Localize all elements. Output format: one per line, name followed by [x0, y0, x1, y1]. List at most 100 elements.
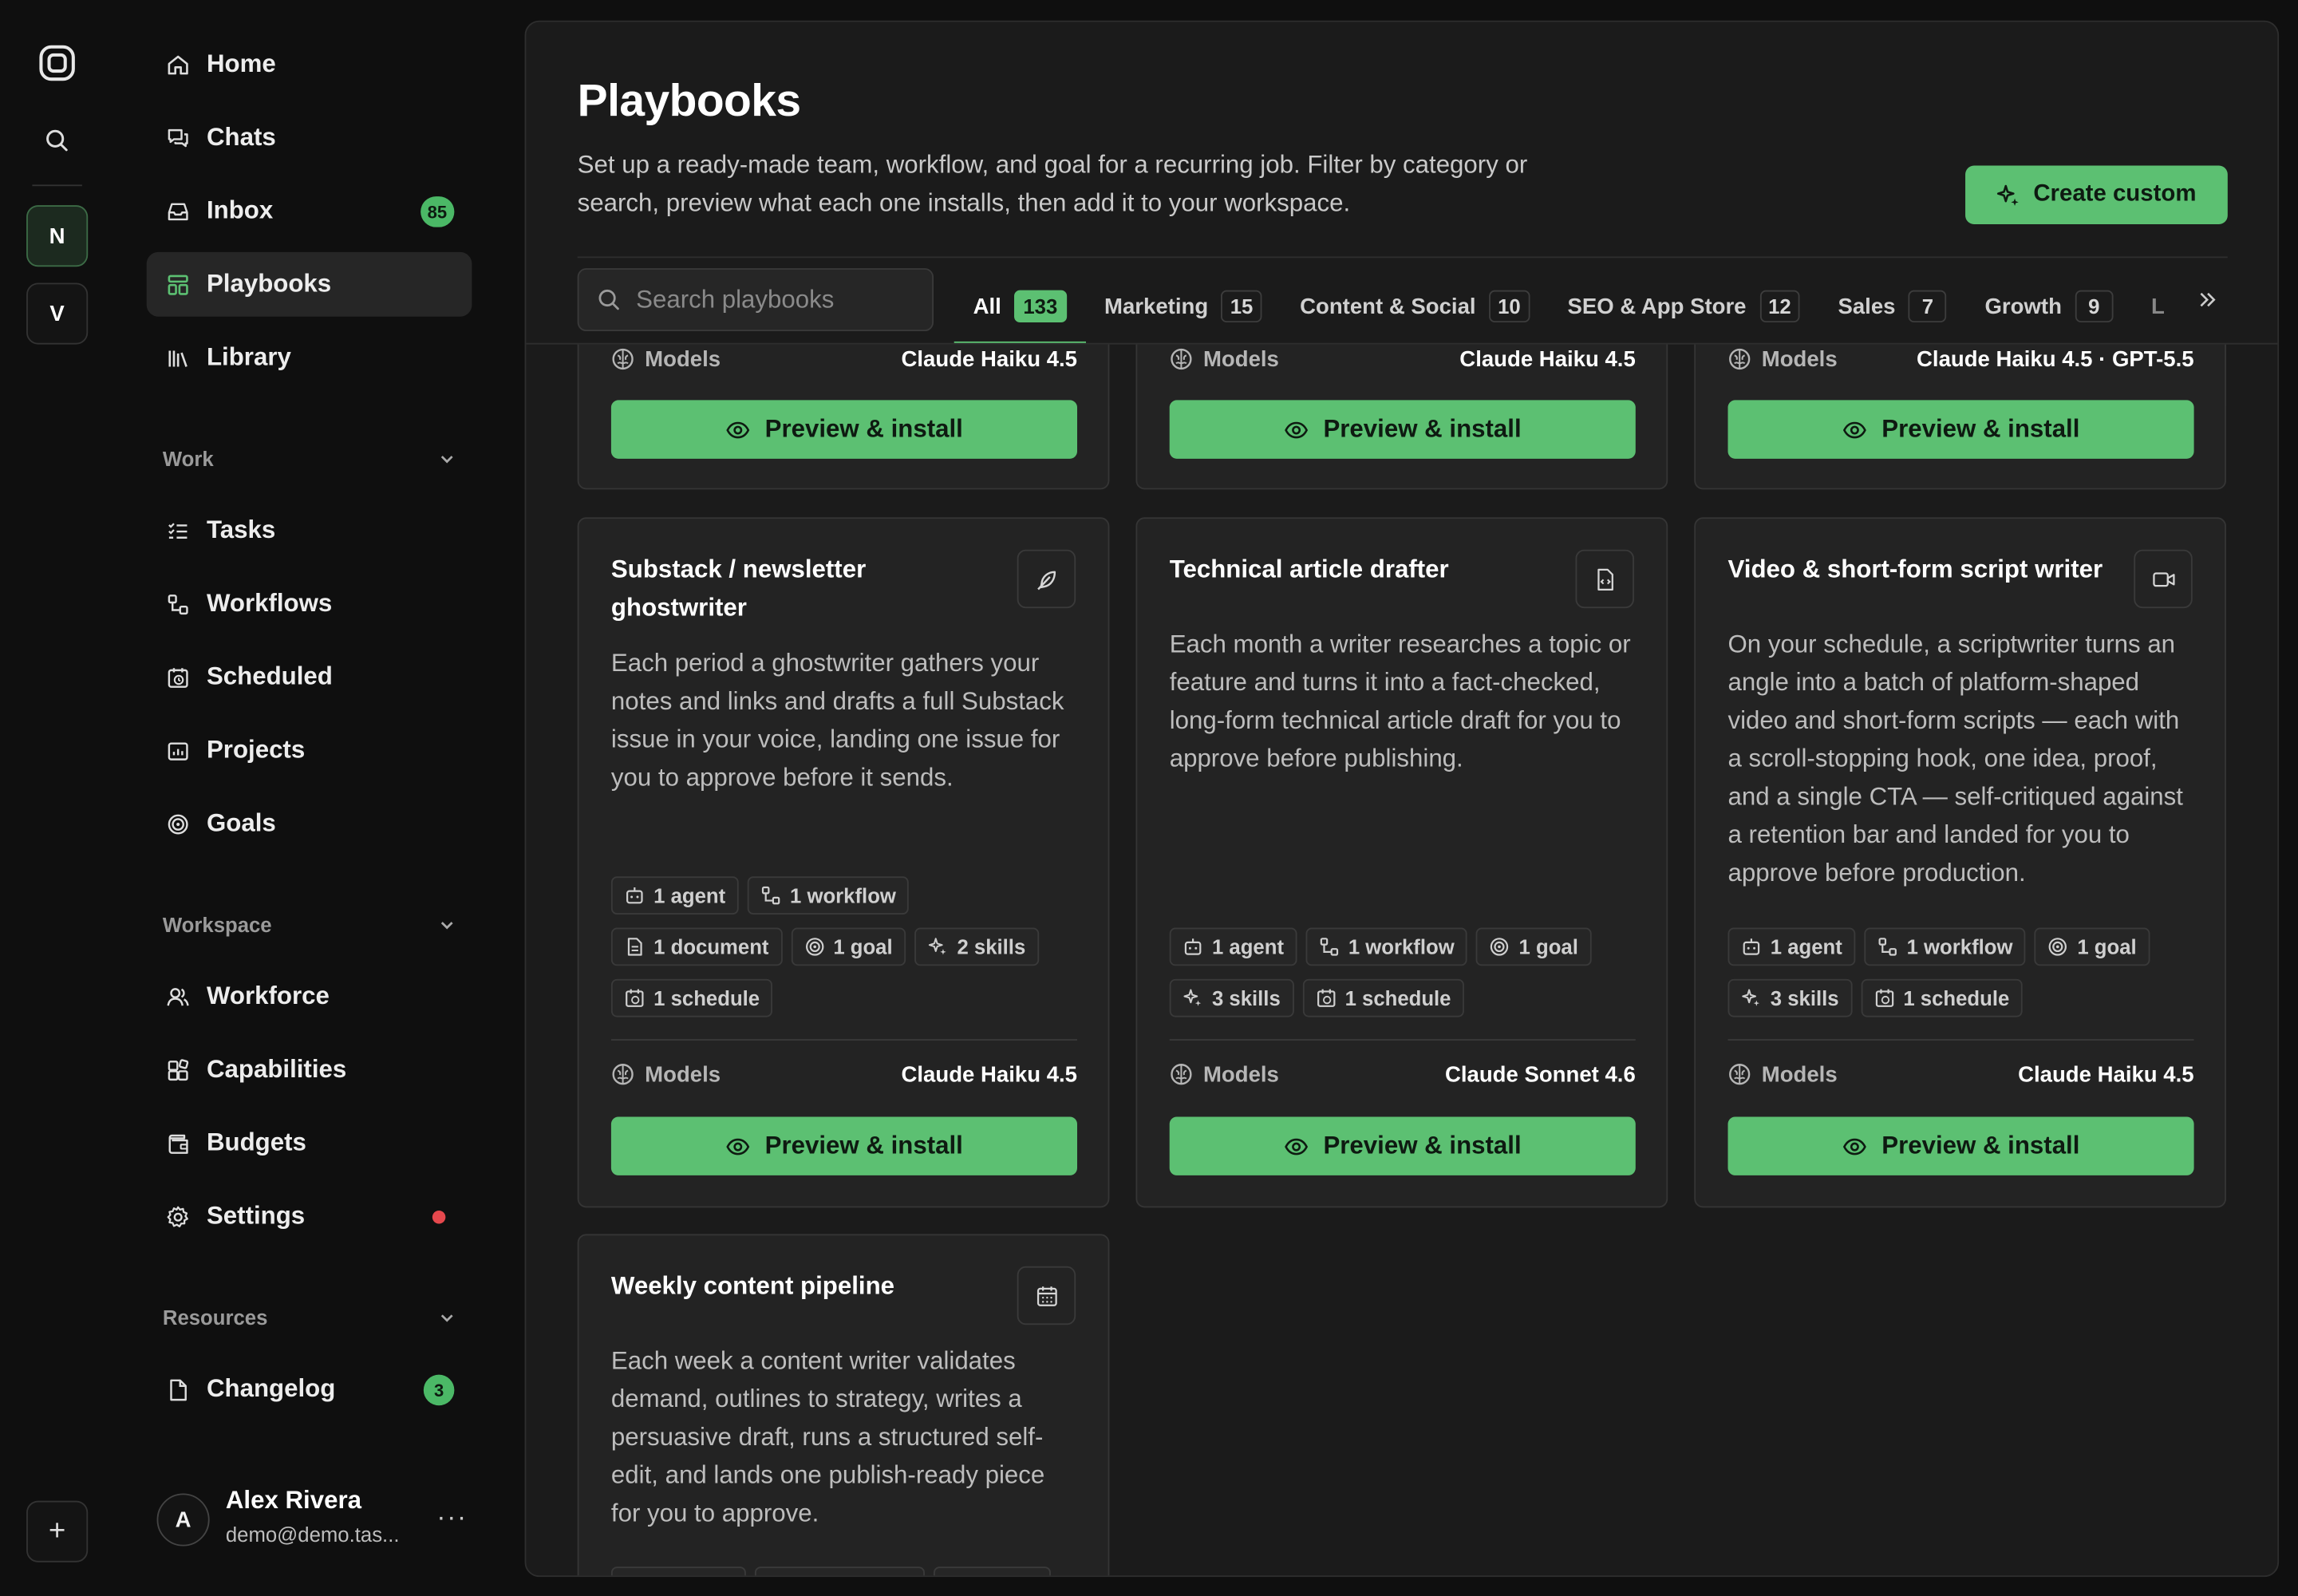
workspace-rail: N V + — [0, 0, 114, 1596]
search-field[interactable] — [577, 268, 934, 332]
sidebar-item-label: Tasks — [206, 516, 276, 544]
user-menu-button[interactable]: ··· — [436, 1502, 468, 1533]
chip-label: 1 goal — [833, 934, 893, 959]
tab-count: 15 — [1221, 290, 1262, 323]
chevrons-right-icon[interactable] — [2191, 282, 2223, 314]
tab-all[interactable]: All 133 — [954, 268, 1085, 345]
playbook-card[interactable]: Substack / newsletter ghostwriter Each p… — [577, 517, 1110, 1208]
chip-label: 1 schedule — [653, 986, 760, 1010]
workspace-button-n[interactable]: N — [26, 205, 89, 267]
chip-placeholder — [933, 1566, 1051, 1576]
preview-install-button[interactable]: Preview & install — [610, 1116, 1077, 1175]
sidebar-item-capabilities[interactable]: Capabilities — [147, 1037, 472, 1102]
search-icon — [597, 287, 622, 312]
eye-icon — [1284, 1134, 1309, 1159]
card-divider — [1727, 1039, 2194, 1041]
card-chips: 1 agent 1 workflow 1 document 1 goal 2 s… — [610, 876, 1080, 1017]
playbook-card-partial: Models Claude Haiku 4.5 Preview & instal… — [577, 344, 1110, 490]
brain-icon — [1728, 1062, 1751, 1085]
changelog-icon — [164, 1377, 191, 1403]
playbook-card[interactable]: Technical article drafter Each month a w… — [1135, 517, 1668, 1208]
sidebar-item-playbooks[interactable]: Playbooks — [146, 251, 472, 317]
header-divider — [577, 256, 2228, 259]
section-toggle-work[interactable]: Work — [163, 444, 456, 473]
workflow-icon — [1319, 937, 1340, 958]
models-row: Models Claude Haiku 4.5 — [1170, 345, 1636, 376]
chip-label: 1 agent — [653, 883, 726, 907]
models-row: Models Claude Haiku 4.5 · GPT-5.5 — [1728, 345, 2194, 376]
playbook-card[interactable]: Video & short-form script writer On your… — [1694, 517, 2226, 1208]
playbook-card-partial: Models Claude Haiku 4.5 · GPT-5.5 Previe… — [1694, 344, 2226, 490]
sidebar-item-label: Changelog — [206, 1374, 336, 1403]
models-label: Models — [1761, 1061, 1838, 1087]
chip-label: 1 agent — [1211, 934, 1285, 959]
section-toggle-resources[interactable]: Resources — [163, 1303, 456, 1333]
sidebar-item-workflows[interactable]: Workflows — [147, 571, 472, 636]
workspace-button-v[interactable]: V — [26, 282, 89, 345]
chip-goal: 1 goal — [2035, 927, 2150, 966]
create-custom-button[interactable]: Create custom — [1965, 165, 2228, 224]
agent-icon — [1741, 937, 1762, 958]
sidebar-item-label: Budgets — [206, 1128, 306, 1157]
playbook-card-partial: Models Claude Haiku 4.5 Preview & instal… — [1135, 344, 1668, 490]
tab-content-social[interactable]: Content & Social 10 — [1281, 268, 1548, 345]
sidebar-item-label: Inbox — [206, 196, 274, 224]
sidebar-item-projects[interactable]: Projects — [147, 718, 472, 783]
inbox-count-badge: 85 — [420, 196, 455, 227]
sidebar-item-inbox[interactable]: Inbox 85 — [147, 179, 472, 243]
sidebar-item-scheduled[interactable]: Scheduled — [147, 645, 472, 709]
chip-label: 1 workflow — [790, 883, 896, 907]
sidebar-item-workforce[interactable]: Workforce — [147, 964, 472, 1029]
search-input[interactable] — [636, 285, 915, 314]
sidebar-item-goals[interactable]: Goals — [147, 792, 472, 856]
playbook-card[interactable]: Weekly content pipeline Each week a cont… — [577, 1234, 1110, 1576]
preview-install-button[interactable]: Preview & install — [610, 400, 1077, 459]
card-title: Video & short-form script writer — [1727, 555, 2103, 583]
install-label: Preview & install — [1881, 1131, 2080, 1159]
preview-install-button[interactable]: Preview & install — [1727, 1116, 2194, 1175]
sidebar-item-label: Playbooks — [206, 269, 332, 298]
chevron-down-icon — [438, 916, 456, 934]
app-logo-icon[interactable] — [38, 44, 77, 82]
avatar: A — [156, 1493, 210, 1547]
install-label: Preview & install — [764, 1131, 963, 1159]
section-toggle-workspace[interactable]: Workspace — [163, 910, 456, 939]
chip-label: 1 goal — [1518, 934, 1578, 959]
workforce-icon — [164, 983, 191, 1009]
sidebar-item-chats[interactable]: Chats — [147, 105, 472, 170]
sidebar-item-label: Library — [206, 342, 291, 371]
sidebar-item-label: Settings — [206, 1201, 306, 1230]
sidebar-item-home[interactable]: Home — [147, 32, 472, 97]
sidebar-item-settings[interactable]: Settings — [147, 1184, 472, 1249]
chip-skills: 3 skills — [1169, 978, 1294, 1017]
add-workspace-button[interactable]: + — [26, 1500, 89, 1562]
chip-placeholder — [610, 1566, 746, 1576]
search-icon[interactable] — [42, 126, 72, 156]
tab-seo-app-store[interactable]: SEO & App Store 12 — [1549, 268, 1819, 345]
eye-icon — [725, 1134, 750, 1159]
workflow-icon — [1877, 937, 1898, 958]
tab-marketing[interactable]: Marketing 15 — [1085, 268, 1281, 345]
tab-growth[interactable]: Growth 9 — [1966, 268, 2132, 345]
preview-install-button[interactable]: Preview & install — [1727, 400, 2194, 459]
sidebar-item-budgets[interactable]: Budgets — [147, 1111, 472, 1175]
capabilities-icon — [164, 1057, 191, 1083]
tab-count: 12 — [1759, 290, 1800, 323]
card-title: Substack / newsletter ghostwriter — [610, 555, 867, 622]
preview-install-button[interactable]: Preview & install — [1169, 1116, 1636, 1175]
section-title: Work — [162, 447, 214, 471]
chip-schedule: 1 schedule — [610, 978, 773, 1017]
chip-label: 1 document — [653, 934, 769, 959]
settings-icon — [164, 1203, 191, 1230]
sidebar-item-changelog[interactable]: Changelog 3 — [147, 1357, 472, 1422]
sidebar-item-library[interactable]: Library — [147, 326, 472, 390]
sidebar-item-tasks[interactable]: Tasks — [147, 498, 472, 563]
tab-sales[interactable]: Sales 7 — [1819, 268, 1966, 345]
card-description: Each month a writer researches a topic o… — [1169, 630, 1631, 772]
preview-install-button[interactable]: Preview & install — [1169, 400, 1636, 459]
models-row: Models Claude Haiku 4.5 — [611, 1058, 1077, 1090]
brain-icon — [611, 347, 634, 370]
card-chips: 1 agent 1 workflow 1 goal 3 skills 1 sch… — [1727, 927, 2197, 1017]
user-profile[interactable]: A Alex Rivera demo@demo.tas... ··· — [156, 1483, 472, 1557]
settings-alert-dot — [432, 1210, 446, 1224]
